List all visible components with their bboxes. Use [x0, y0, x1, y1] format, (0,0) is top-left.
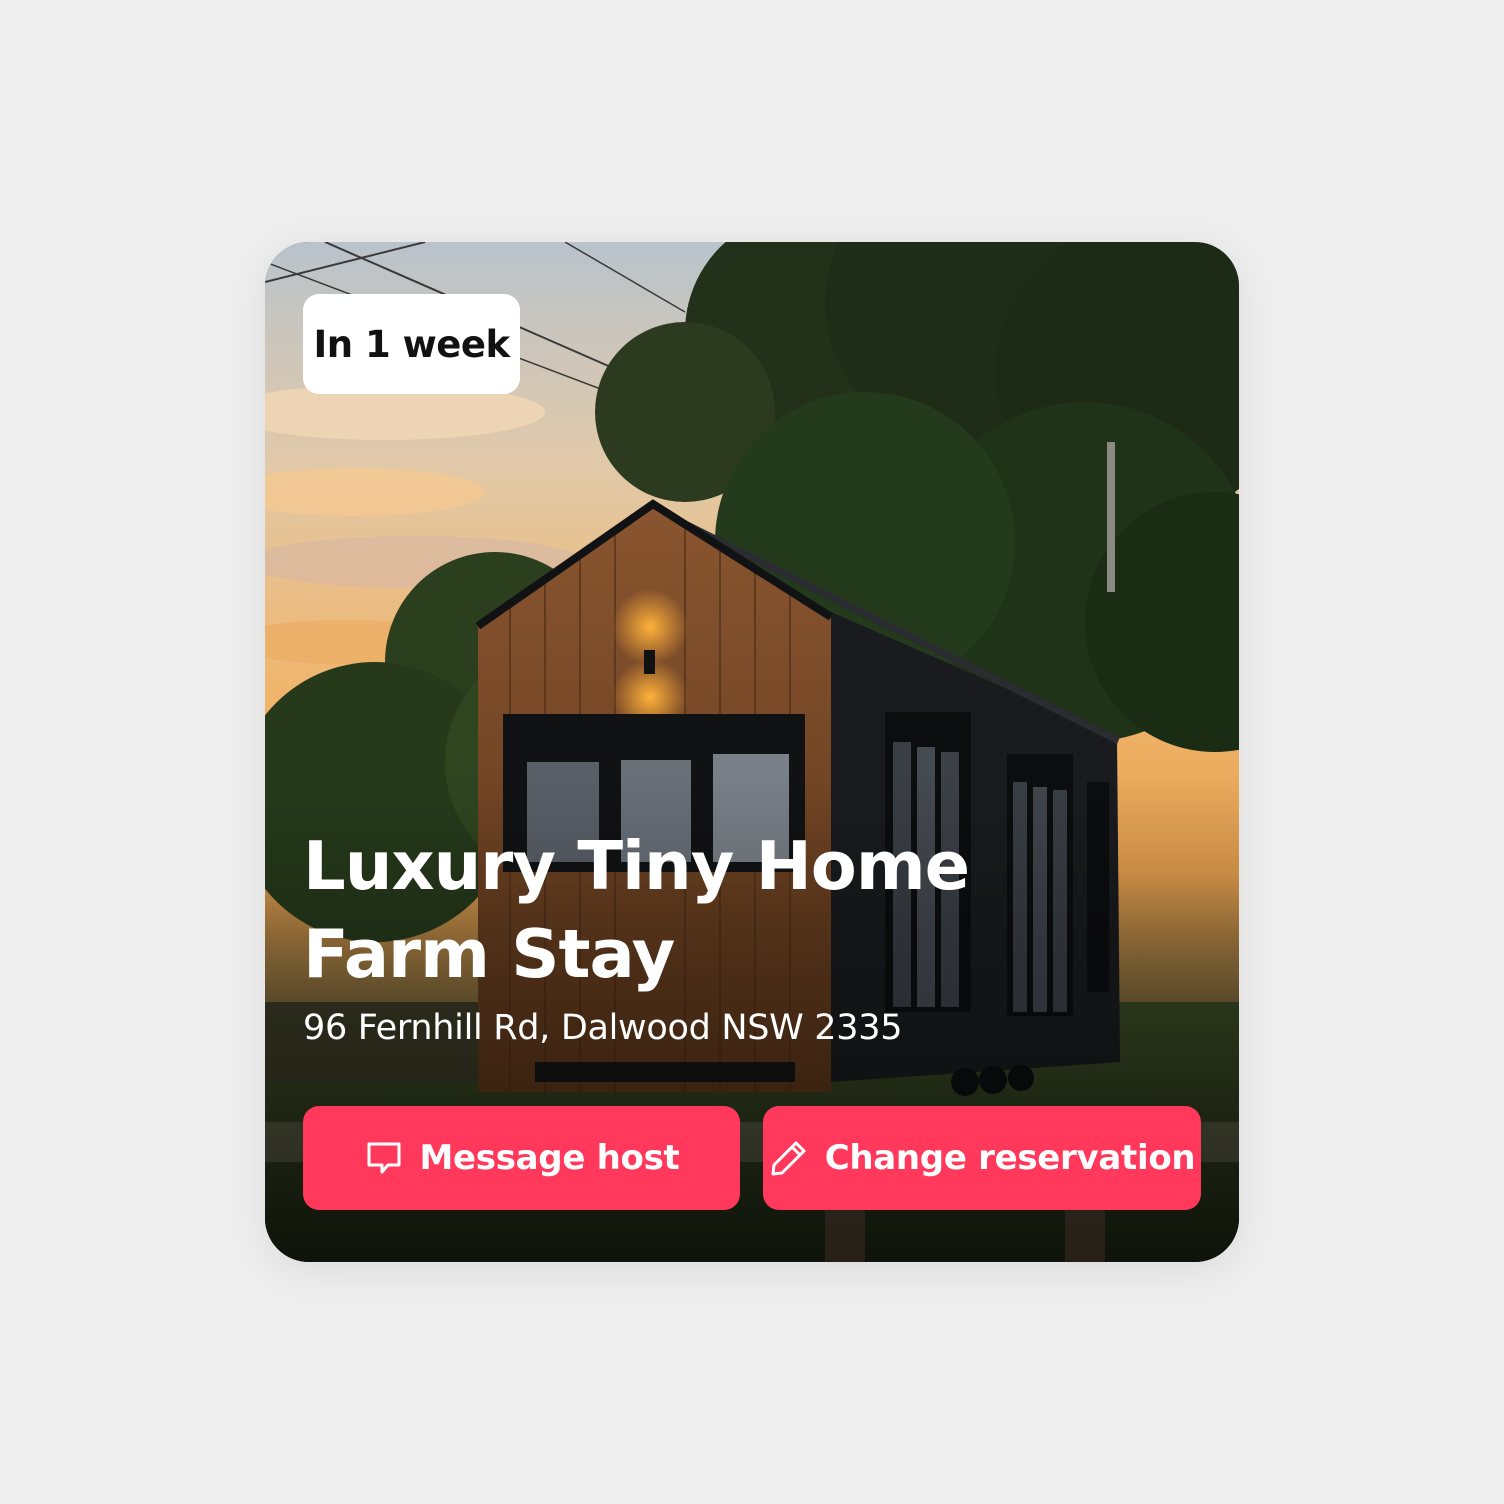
message-host-label: Message host	[419, 1138, 680, 1178]
listing-address: 96 Fernhill Rd, Dalwood NSW 2335	[303, 1008, 903, 1048]
pencil-icon	[769, 1138, 809, 1178]
chat-bubble-icon	[364, 1138, 404, 1178]
reservation-card[interactable]: In 1 week Luxury Tiny Home Farm Stay 96 …	[265, 242, 1239, 1262]
time-until-badge: In 1 week	[303, 294, 520, 394]
message-host-button[interactable]: Message host	[303, 1106, 740, 1210]
change-reservation-button[interactable]: Change reservation	[763, 1106, 1201, 1210]
change-reservation-label: Change reservation	[824, 1138, 1196, 1178]
listing-title: Luxury Tiny Home Farm Stay	[303, 827, 970, 993]
